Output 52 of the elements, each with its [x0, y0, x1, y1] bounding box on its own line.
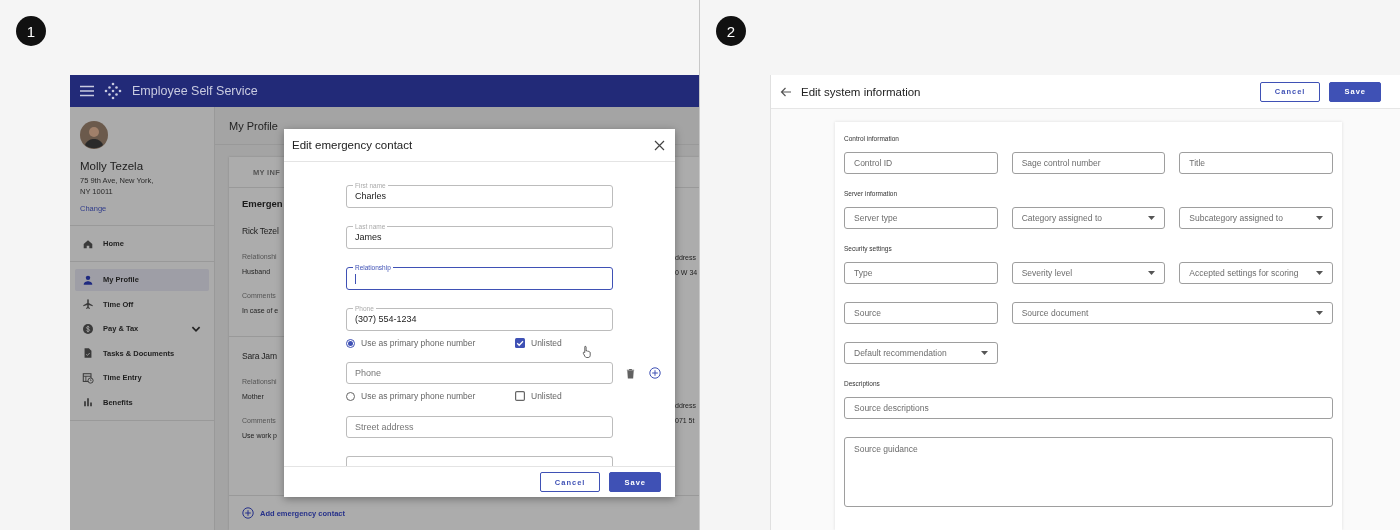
app-title: Employee Self Service	[132, 84, 258, 98]
text-field[interactable]: Title	[1179, 152, 1333, 174]
close-icon[interactable]	[654, 139, 665, 151]
dropdown-arrow-icon[interactable]	[1148, 216, 1156, 220]
add-icon[interactable]	[242, 507, 254, 519]
text-field[interactable]	[346, 456, 613, 466]
avatar	[80, 121, 108, 149]
page-title: Edit system information	[801, 85, 922, 98]
dropdown-arrow-icon[interactable]	[1316, 271, 1323, 275]
text-field[interactable]: Source	[844, 302, 998, 324]
hand-cursor-icon	[582, 345, 592, 358]
text-field[interactable]: Street address	[346, 416, 613, 438]
checkbox-label[interactable]: Unlisted	[531, 338, 562, 348]
delete-icon[interactable]	[625, 367, 636, 379]
text-area[interactable]: Source guidance	[844, 437, 1333, 507]
text-field[interactable]: Control ID	[844, 152, 998, 174]
dollar-icon	[82, 322, 94, 335]
dropdown-arrow-icon[interactable]	[1148, 271, 1156, 275]
add-icon[interactable]	[649, 367, 661, 379]
dropdown-arrow-icon[interactable]	[980, 351, 988, 355]
contact-name: Rick Tezel	[242, 226, 280, 236]
radio-label[interactable]: Use as primary phone number	[361, 338, 476, 348]
calendar-icon	[82, 371, 94, 384]
checkbox-label[interactable]: Unlisted	[531, 391, 562, 401]
menu-icon[interactable]	[80, 85, 94, 97]
dropdown-arrow-icon[interactable]	[1316, 311, 1323, 315]
text-field[interactable]: Source descriptions	[844, 397, 1333, 419]
dropdown-arrow-icon[interactable]	[1316, 216, 1323, 220]
back-arrow-icon[interactable]	[780, 85, 792, 98]
dropdown-field[interactable]: Source document	[1011, 302, 1333, 324]
contact-name: Sara Jam	[242, 351, 278, 361]
phone-field[interactable]: Phone	[346, 362, 613, 384]
user-name: Molly Tezela	[80, 160, 145, 172]
dropdown-field[interactable]: Default recommendation	[844, 342, 998, 364]
dropdown-field[interactable]: Accepted settings for scoring	[1179, 262, 1333, 284]
section-title: Emergen	[242, 198, 284, 211]
document-icon	[82, 347, 94, 359]
radio-label[interactable]: Use as primary phone number	[361, 391, 476, 401]
bar-chart-icon	[82, 396, 94, 408]
person-icon	[82, 273, 94, 286]
text-field[interactable]: Server type	[844, 207, 998, 229]
dropdown-field[interactable]: Subcategory assigned to	[1179, 207, 1333, 229]
checkbox[interactable]	[515, 338, 525, 348]
checkbox[interactable]	[515, 391, 525, 401]
step-number: 1	[16, 16, 46, 46]
text-field[interactable]: Type	[844, 262, 998, 284]
text-field[interactable]: Sage control number	[1011, 152, 1166, 174]
airplane-icon	[82, 298, 94, 310]
step-number: 2	[716, 16, 746, 46]
dropdown-field[interactable]: Severity level	[1011, 262, 1166, 284]
dots-logo-icon	[104, 82, 122, 100]
dropdown-field[interactable]: Category assigned to	[1011, 207, 1166, 229]
